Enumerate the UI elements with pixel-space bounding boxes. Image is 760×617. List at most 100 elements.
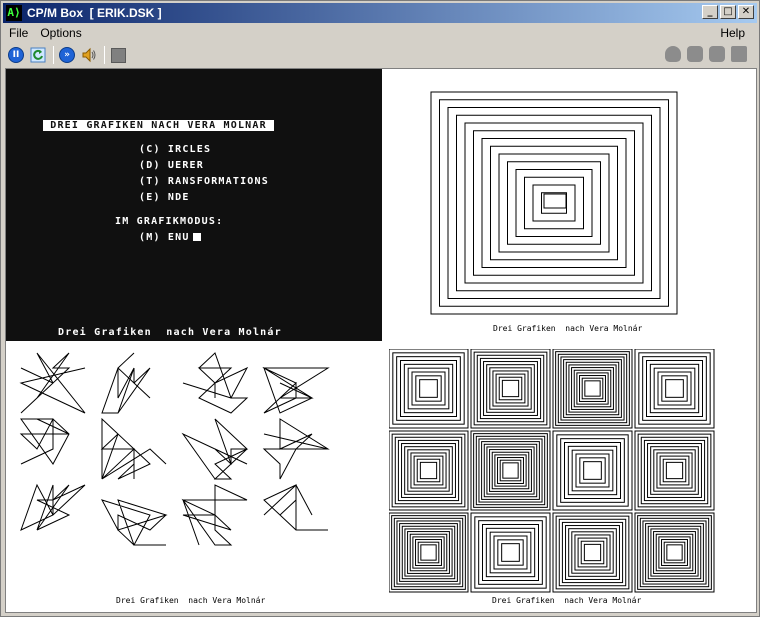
- grid-square-outline: [575, 453, 610, 488]
- grid-square-outline: [404, 528, 453, 577]
- grid-square-outline: [571, 449, 614, 492]
- grid-square-outline: [492, 370, 529, 407]
- grid-square-outline: [642, 520, 707, 585]
- pause-icon: II: [8, 47, 24, 63]
- random-line-path: [19, 352, 86, 414]
- random-line-path: [101, 352, 151, 414]
- pause-button[interactable]: II: [7, 46, 25, 64]
- minimize-button[interactable]: _: [702, 5, 718, 19]
- grid-square-outline: [497, 457, 524, 484]
- random-line-path: [262, 418, 330, 480]
- grid-square-outline: [420, 544, 437, 561]
- random-line-path: [182, 352, 249, 414]
- menu-bar: File Options Help: [3, 24, 757, 42]
- terminal-title: DREI GRAFIKEN NACH VERA MOLNAR: [43, 120, 275, 131]
- maximize-button[interactable]: □: [720, 5, 736, 19]
- grid-square-outline: [657, 371, 692, 406]
- app-icon: A⟩: [6, 5, 22, 21]
- grid-square-outline: [489, 531, 532, 574]
- title-bar[interactable]: A⟩ CP/M Box [ ERIK.DSK ] _ □ ✕: [3, 3, 757, 23]
- grid-square-outline: [483, 361, 538, 416]
- grid-square-outline: [647, 443, 702, 498]
- caption-top-right: Drei Grafiken nach Vera Molnár: [493, 324, 643, 333]
- hand-pointer-icon[interactable]: [709, 46, 725, 62]
- grid-square-outline: [482, 524, 539, 581]
- grid-square-outline: [552, 512, 633, 593]
- random-line-path: [19, 418, 70, 465]
- grid-square-outline: [473, 351, 548, 426]
- menu-file[interactable]: File: [3, 26, 34, 40]
- close-button[interactable]: ✕: [738, 5, 754, 19]
- grid-square-outline: [481, 441, 540, 500]
- random-line-path: [100, 499, 168, 546]
- grid-square-outline: [411, 371, 446, 406]
- square-outline: [456, 114, 652, 292]
- grid-square-outline: [493, 535, 528, 570]
- speaker-icon: [82, 47, 96, 63]
- menu-help[interactable]: Help: [714, 26, 751, 40]
- square-outline: [515, 169, 593, 237]
- grid-square-outline: [556, 434, 629, 507]
- grid-square-outline: [410, 452, 447, 489]
- fast-forward-button[interactable]: »: [58, 46, 76, 64]
- sound-button[interactable]: [80, 46, 98, 64]
- grid-square-outline: [653, 531, 696, 574]
- grid-square-outline: [474, 516, 547, 589]
- grid-square-outline: [407, 531, 450, 574]
- grid-square-outline: [391, 433, 466, 508]
- grid-square-outline: [495, 373, 526, 404]
- grid-square-outline: [494, 454, 527, 487]
- grid-square-outline: [640, 436, 709, 505]
- grid-square-outline: [666, 544, 683, 561]
- grid-square-outline: [502, 462, 519, 479]
- drive-icon[interactable]: [731, 46, 747, 62]
- refresh-icon: [30, 47, 46, 63]
- grid-square-outline: [634, 430, 715, 511]
- window-title: CP/M Box [ ERIK.DSK ]: [27, 6, 162, 20]
- grid-square-outline: [400, 360, 457, 417]
- menu-options[interactable]: Options: [34, 26, 87, 40]
- menu-option-menu-label: (M) ENU: [139, 232, 190, 243]
- grid-square-outline: [665, 379, 684, 398]
- grid-square-outline: [501, 379, 520, 398]
- grid-square-outline: [638, 352, 711, 425]
- random-line-path: [181, 418, 249, 480]
- grid-square-outline: [656, 452, 693, 489]
- grid-square-outline: [392, 352, 465, 425]
- grid-square-outline: [568, 364, 617, 413]
- grid-square-outline: [646, 360, 703, 417]
- grid-square-outline: [564, 442, 621, 499]
- hand-icon[interactable]: [687, 46, 703, 62]
- grid-square-outline: [661, 539, 688, 566]
- square-outline: [447, 107, 661, 299]
- grid-square-outline: [565, 525, 620, 580]
- disk-icon[interactable]: [665, 46, 681, 62]
- grid-square-outline: [574, 534, 611, 571]
- grid-square-outline: [413, 455, 444, 486]
- app-window: A⟩ CP/M Box [ ERIK.DSK ] _ □ ✕ File Opti…: [0, 0, 760, 617]
- square-outline: [490, 145, 618, 261]
- grid-square-outline: [665, 461, 684, 480]
- grid-square-outline: [659, 455, 690, 486]
- grid-square-outline: [642, 356, 707, 421]
- toolbar: II »: [3, 43, 757, 67]
- fast-forward-icon: »: [59, 47, 75, 63]
- grid-square-outline: [571, 367, 614, 410]
- emulator-screen[interactable]: DREI GRAFIKEN NACH VERA MOLNAR (C) IRCLE…: [5, 68, 757, 613]
- stop-button[interactable]: [109, 46, 127, 64]
- square-outline: [507, 161, 601, 245]
- refresh-button[interactable]: [29, 46, 47, 64]
- grid-square-outline: [552, 349, 633, 429]
- cursor: [192, 233, 201, 241]
- grid-square-outline: [489, 449, 532, 492]
- square-outline: [541, 192, 567, 214]
- grid-square-outline: [583, 543, 602, 562]
- grid-square-outline: [558, 518, 627, 587]
- grid-square-outline: [470, 349, 551, 429]
- grid-square-outline: [389, 430, 469, 511]
- random-line-path: [262, 367, 330, 414]
- grid-square-outline: [650, 528, 699, 577]
- stop-icon: [110, 47, 126, 63]
- mode-label: IM GRAFIKMODUS:: [115, 216, 224, 227]
- grid-square-outline: [389, 512, 469, 593]
